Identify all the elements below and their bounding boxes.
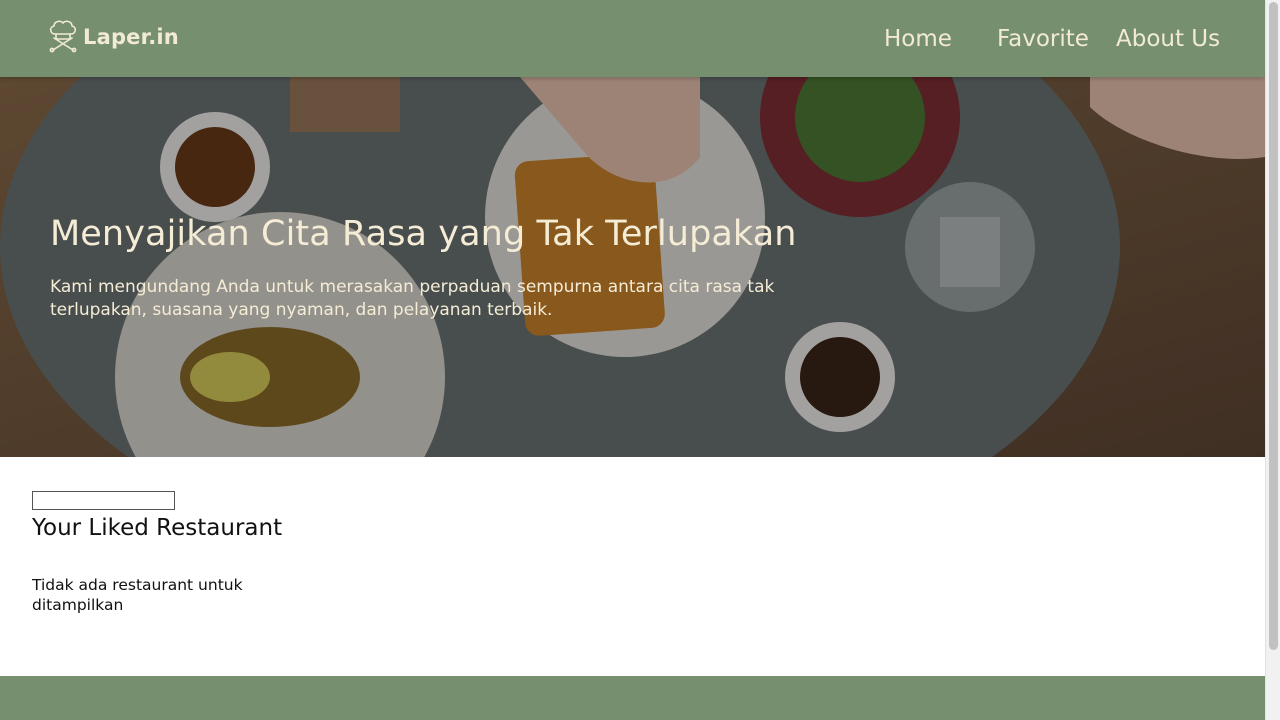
nav-home-link[interactable]: Home	[884, 22, 952, 56]
app-footer	[0, 676, 1265, 720]
nav-about-link[interactable]: About Us	[1116, 22, 1220, 56]
scrollbar-thumb[interactable]	[1269, 2, 1278, 650]
hero-overlay	[0, 77, 1265, 457]
favorite-section: Your Liked Restaurant Tidak ada restaura…	[32, 491, 632, 615]
page: Laper.in Home Favorite About Us Menyajik…	[0, 0, 1265, 720]
app-header: Laper.in Home Favorite About Us	[0, 0, 1265, 77]
hero-banner: Menyajikan Cita Rasa yang Tak Terlupakan…	[0, 77, 1265, 457]
hero-subtitle: Kami mengundang Anda untuk merasakan per…	[50, 277, 775, 320]
empty-state-message: Tidak ada restaurant untuk ditampilkan	[32, 576, 243, 614]
hero-title: Menyajikan Cita Rasa yang Tak Terlupakan	[50, 214, 797, 254]
section-title: Your Liked Restaurant	[32, 515, 283, 541]
nav-favorite-link[interactable]: Favorite	[997, 22, 1089, 56]
search-input[interactable]	[32, 491, 175, 510]
main-nav: Home Favorite About Us	[0, 22, 1265, 56]
vertical-scrollbar[interactable]	[1265, 0, 1280, 720]
